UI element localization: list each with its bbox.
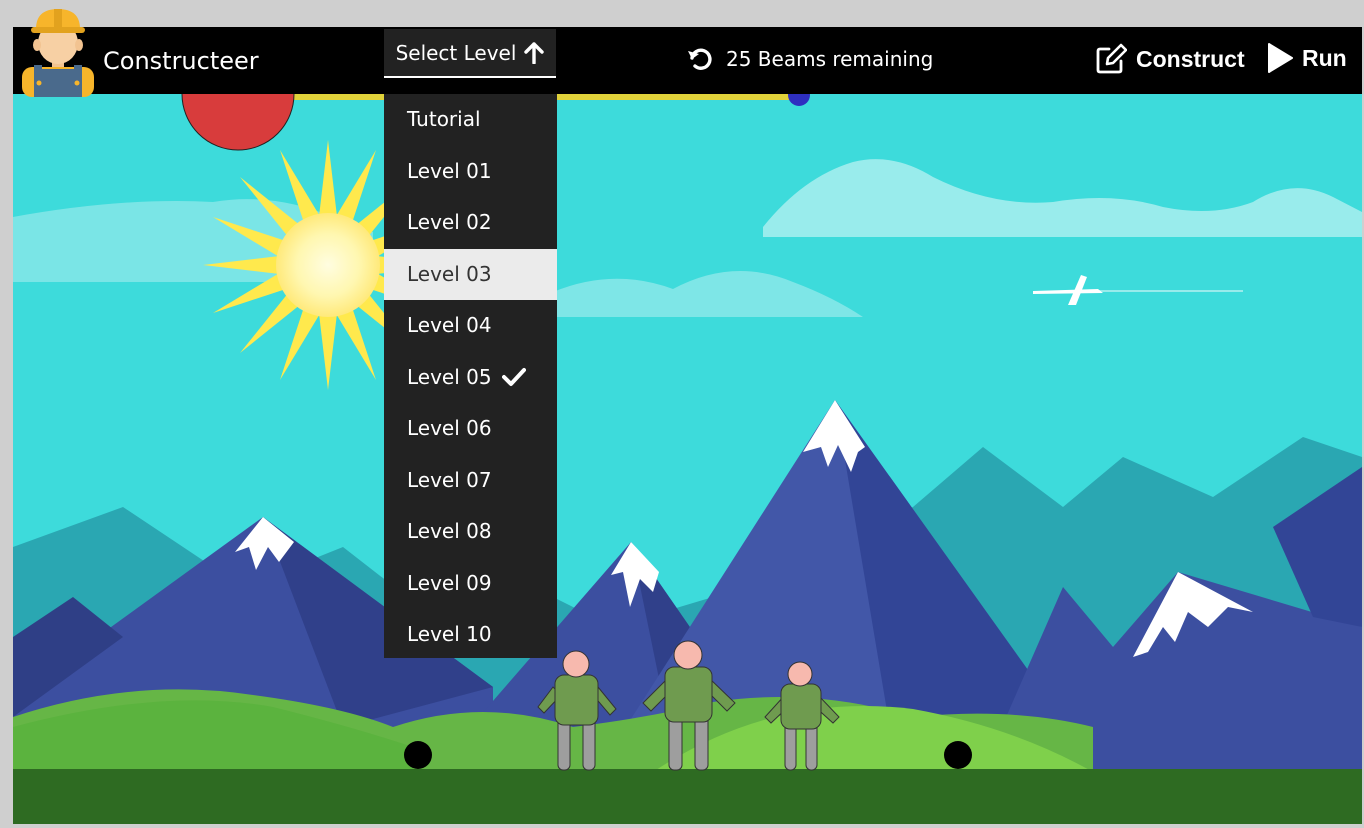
app-title: Constructeer xyxy=(103,47,259,75)
top-bar: Constructeer Select Level 25 Beams remai… xyxy=(13,27,1362,94)
level-menu-item[interactable]: Level 03 xyxy=(384,248,557,300)
level-menu-item[interactable]: Level 01 xyxy=(384,146,557,198)
level-menu: Tutorial Level 01 Level 02 Level 03 Level 04… xyxy=(384,94,557,658)
game-scene[interactable] xyxy=(13,27,1362,824)
level-menu-item-label: Level 03 xyxy=(407,261,492,286)
select-level-button[interactable]: Select Level xyxy=(384,29,556,78)
checkmark-icon xyxy=(501,368,526,387)
run-label: Run xyxy=(1302,44,1347,71)
play-icon xyxy=(1268,43,1293,73)
beams-remaining-text: 25 Beams remaining xyxy=(726,47,934,71)
level-menu-item-label: Level 05 xyxy=(407,364,492,389)
level-menu-item-label: Level 08 xyxy=(407,519,492,543)
level-menu-item[interactable]: Level 09 xyxy=(384,558,557,610)
run-button[interactable]: Run xyxy=(1267,43,1347,73)
level-menu-item[interactable]: Level 08 xyxy=(384,506,557,558)
level-menu-item-label: Level 10 xyxy=(407,622,492,646)
level-menu-item[interactable]: Tutorial xyxy=(384,94,557,146)
game-viewport[interactable]: Constructeer Select Level 25 Beams remai… xyxy=(13,27,1362,824)
level-menu-item-label: Level 09 xyxy=(407,570,492,595)
level-menu-item-label: Level 06 xyxy=(407,416,492,440)
level-menu-item-label: Tutorial xyxy=(407,107,481,131)
level-menu-item[interactable]: Level 10 xyxy=(384,609,557,661)
beams-counter: 25 Beams remaining xyxy=(686,45,933,73)
level-menu-item[interactable]: Level 07 xyxy=(384,455,557,507)
level-menu-item[interactable]: Level 05 xyxy=(384,352,557,404)
level-menu-item-label: Level 01 xyxy=(407,158,492,183)
level-menu-item-label: Level 07 xyxy=(407,467,492,492)
select-level-label: Select Level xyxy=(395,40,517,65)
level-menu-item-label: Level 02 xyxy=(407,210,492,234)
level-menu-item[interactable]: Level 06 xyxy=(384,403,557,455)
arrow-up-icon xyxy=(524,41,545,64)
edit-icon xyxy=(1096,43,1127,74)
anchor-point[interactable] xyxy=(404,741,432,769)
level-menu-item[interactable]: Level 02 xyxy=(384,197,557,249)
level-menu-item-label: Level 04 xyxy=(407,313,492,337)
ground xyxy=(13,769,1362,824)
constructor-avatar-icon xyxy=(22,9,94,97)
construct-button[interactable]: Construct xyxy=(1095,43,1245,75)
construct-label: Construct xyxy=(1136,45,1245,72)
level-menu-item[interactable]: Level 04 xyxy=(384,300,557,352)
anchor-point[interactable] xyxy=(944,741,972,769)
undo-icon[interactable] xyxy=(686,45,714,73)
